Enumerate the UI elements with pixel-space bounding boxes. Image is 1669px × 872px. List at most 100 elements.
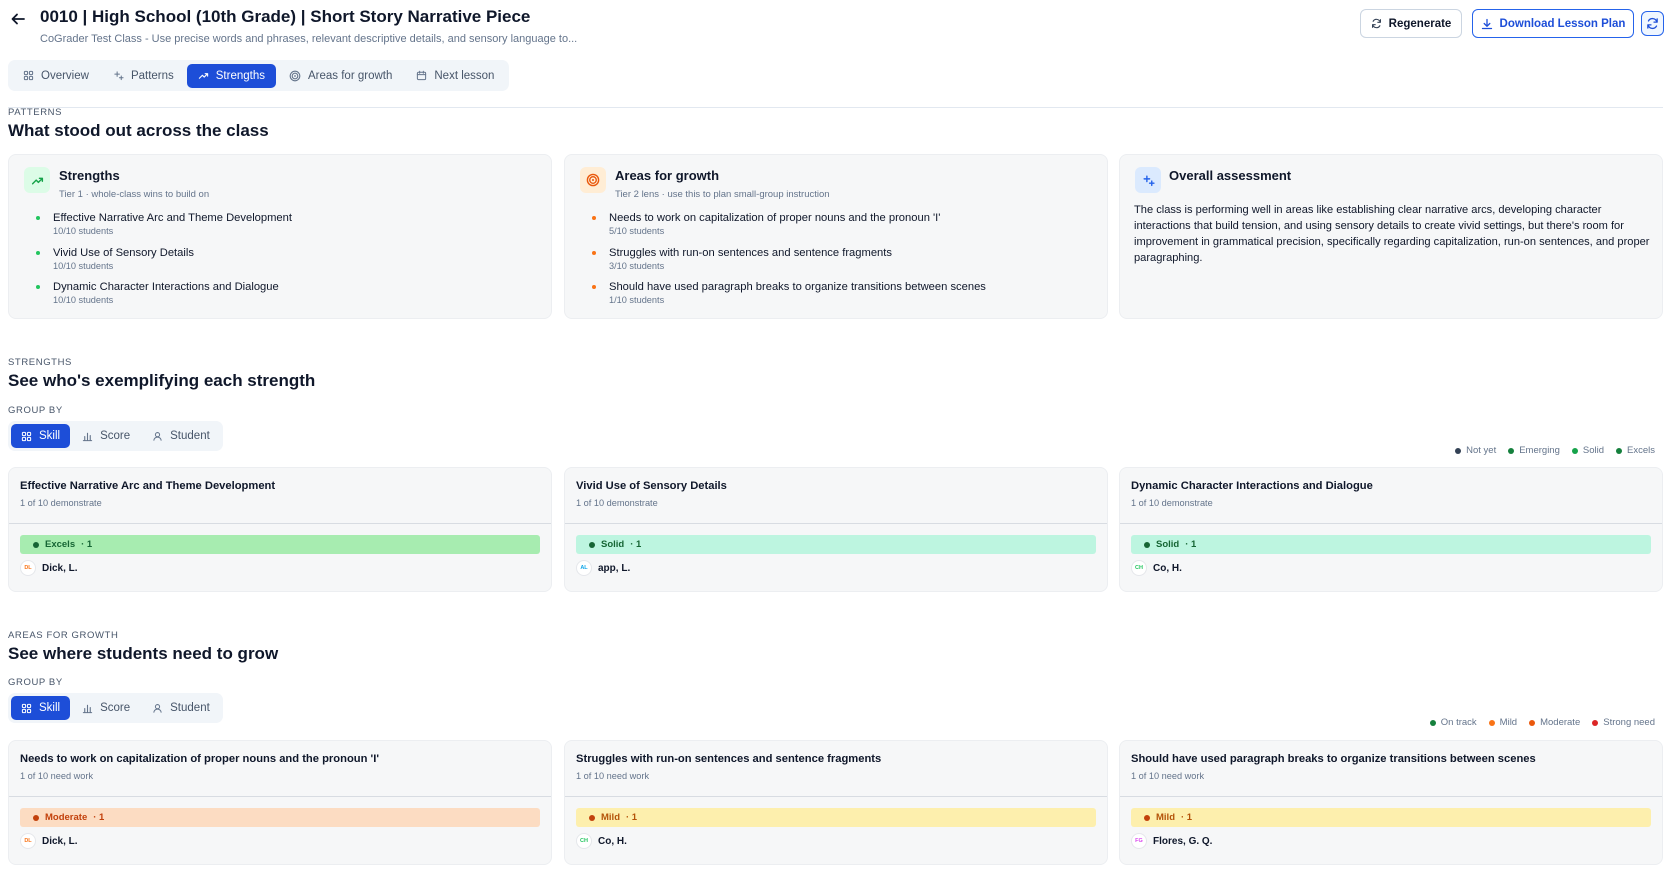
level-dot (33, 541, 39, 548)
growth-group-by-control: Skill Score Student (8, 693, 223, 723)
tab-strengths[interactable]: Strengths (186, 63, 276, 88)
bullet-dot (592, 285, 596, 289)
legend-label: Solid (1582, 445, 1605, 456)
group-by-score[interactable]: Score (72, 424, 140, 448)
level-band: Mild · 1 (576, 808, 1096, 827)
level-dot (33, 814, 39, 821)
legend-dot (1529, 719, 1536, 726)
card-divider (565, 796, 1107, 797)
bullet-dot (36, 216, 40, 220)
trending-up-icon (198, 73, 208, 79)
download-icon (1481, 18, 1492, 29)
user-icon (153, 431, 162, 441)
list-item: Should have used paragraph breaks to org… (591, 280, 986, 315)
group-by-score[interactable]: Score (72, 696, 140, 720)
skill-subtitle: 1 of 10 need work (20, 771, 94, 781)
tab-overview[interactable]: Overview (12, 64, 100, 88)
item-text: Effective Narrative Arc and Theme Develo… (53, 212, 292, 224)
group-by-student[interactable]: Student (142, 424, 220, 448)
item-count: 3/10 students (609, 260, 665, 271)
card-divider (1120, 796, 1662, 797)
assessment-text: The class is performing well in areas li… (1134, 204, 1650, 264)
legend-item: Strong need (1592, 717, 1655, 728)
patterns-title: What stood out across the class (8, 121, 269, 140)
list-item: Needs to work on capitalization of prope… (591, 211, 986, 246)
legend-item: Emerging (1508, 445, 1560, 456)
student-chip[interactable]: FG Flores, G. Q. (1131, 833, 1212, 849)
tab-label: Overview (41, 69, 89, 82)
page-subtitle: CoGrader Test Class - Use precise words … (40, 33, 578, 45)
skill-title: Needs to work on capitalization of prope… (20, 753, 379, 765)
card-subtitle: Tier 2 lens · use this to plan small-gro… (615, 189, 830, 200)
student-chip[interactable]: AL app, L. (576, 560, 630, 576)
legend-item: Excels (1616, 445, 1655, 456)
option-label: Skill (39, 702, 61, 714)
item-text: Vivid Use of Sensory Details (53, 246, 194, 259)
growth-section-title: See where students need to grow (8, 644, 279, 663)
group-by-skill[interactable]: Skill (11, 696, 71, 720)
target-icon (289, 70, 301, 81)
strengths-list: Effective Narrative Arc and Theme Develo… (35, 211, 292, 315)
tab-label: Areas for growth (308, 69, 393, 82)
item-count: 10/10 students (53, 295, 114, 305)
refresh-button[interactable] (1641, 11, 1664, 36)
tab-next-lesson[interactable]: Next lesson (405, 64, 505, 88)
level-count: · 1 (626, 812, 638, 823)
growth-eyebrow: AREAS FOR GROWTH (8, 630, 119, 641)
level-label: Mild (601, 812, 620, 823)
student-chip[interactable]: DL Dick, L. (20, 560, 78, 576)
tab-areas-for-growth[interactable]: Areas for growth (278, 64, 403, 88)
regenerate-label: Regenerate (1388, 17, 1452, 30)
level-count: · 1 (1185, 539, 1197, 550)
group-by-label: GROUP BY (8, 677, 63, 688)
level-dot (1144, 814, 1150, 821)
growth-list: Needs to work on capitalization of prope… (591, 211, 986, 315)
download-lesson-plan-button[interactable]: Download Lesson Plan (1472, 9, 1634, 38)
strengths-legend: Not yet Emerging Solid Excels (1455, 445, 1655, 456)
legend-dot (1571, 447, 1578, 454)
level-band: Solid · 1 (1131, 535, 1651, 554)
page-title: 0010 | High School (10th Grade) | Short … (40, 7, 531, 26)
item-count: 10/10 students (53, 226, 114, 236)
item-count: 1/10 students (609, 295, 665, 305)
level-label: Excels (45, 539, 76, 550)
card-divider (9, 796, 551, 797)
student-chip[interactable]: DL Dick, L. (20, 833, 78, 849)
legend-item: On track (1429, 717, 1477, 728)
list-item: Vivid Use of Sensory Details 10/10 studen… (35, 246, 292, 281)
back-button[interactable] (7, 8, 29, 30)
avatar: FG (1131, 833, 1147, 849)
card-divider (1120, 523, 1662, 524)
avatar: CH (576, 833, 592, 849)
legend-item: Solid (1571, 445, 1605, 456)
trending-up-icon (24, 167, 50, 193)
student-chip[interactable]: CH Co, H. (576, 833, 627, 849)
refresh-icon (1371, 18, 1381, 29)
student-name: app, L. (598, 562, 631, 574)
item-text: Should have used paragraph breaks to org… (609, 281, 986, 293)
level-label: Solid (1156, 539, 1180, 550)
level-dot (589, 814, 595, 821)
growth-skill-card: Struggles with run-on sentences and sent… (564, 740, 1108, 865)
student-chip[interactable]: CH Co, H. (1131, 560, 1182, 576)
option-label: Score (100, 430, 131, 442)
level-dot (1144, 541, 1150, 548)
legend-dot (1616, 447, 1623, 454)
legend-label: Strong need (1603, 717, 1655, 728)
option-label: Score (100, 702, 131, 714)
student-name: Dick, L. (42, 835, 78, 847)
growth-pattern-card: Areas for growth Tier 2 lens · use this … (564, 154, 1108, 319)
level-band: Moderate · 1 (20, 808, 540, 827)
regenerate-button[interactable]: Regenerate (1360, 9, 1462, 38)
tab-patterns[interactable]: Patterns (102, 64, 185, 88)
download-label: Download Lesson Plan (1499, 17, 1626, 30)
legend-dot (1455, 447, 1462, 454)
item-text: Struggles with run-on sentences and sent… (609, 246, 892, 259)
arrow-left-icon (11, 13, 25, 25)
group-by-student[interactable]: Student (142, 696, 220, 720)
strengths-pattern-card: Strengths Tier 1 · whole-class wins to b… (8, 154, 552, 319)
group-by-skill[interactable]: Skill (11, 424, 71, 448)
list-item: Dynamic Character Interactions and Dialo… (35, 280, 292, 315)
level-count: · 1 (1181, 812, 1193, 823)
strengths-group-by-control: Skill Score Student (8, 421, 223, 451)
